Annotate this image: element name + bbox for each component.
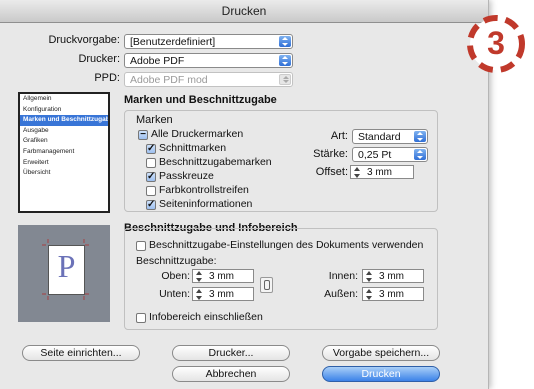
all-marks-checkbox[interactable]: − <box>138 130 148 140</box>
step-badge: 3 <box>466 14 526 74</box>
stepper-icon[interactable] <box>365 271 374 282</box>
oben-value: 3 mm <box>209 271 234 282</box>
ppd-select: Adobe PDF mod <box>124 72 293 87</box>
print-dialog: Drucken Druckvorgabe: [Benutzerdefiniert… <box>0 0 489 389</box>
offset-field[interactable]: 3 mm <box>350 165 414 179</box>
schnittmarken-label: Schnittmarken <box>159 142 227 154</box>
cancel-button[interactable]: Abbrechen <box>172 366 290 382</box>
offset-label: Offset: <box>315 166 348 178</box>
offset-value: 3 mm <box>367 167 392 178</box>
print-button[interactable]: Drucken <box>322 366 440 382</box>
use-doc-bleed-label: Beschnittzugabe-Einstellungen des Dokume… <box>149 239 424 251</box>
innen-value: 3 mm <box>379 271 404 282</box>
passkreuze-checkbox[interactable]: ✓ <box>146 172 156 182</box>
staerke-select[interactable]: 0,25 Pt <box>352 147 428 162</box>
page-preview: P <box>18 225 110 322</box>
seiteninformationen-label: Seiteninformationen <box>159 198 253 210</box>
crop-marks-icon <box>42 239 89 300</box>
passkreuze-label: Passkreuze <box>159 170 214 182</box>
schnittmarken-checkbox[interactable]: ✓ <box>146 144 156 154</box>
staerke-value: 0,25 Pt <box>358 149 392 161</box>
unten-field[interactable]: 3 mm <box>192 287 254 301</box>
unten-label: Unten: <box>159 288 190 300</box>
druckvorgabe-value: [Benutzerdefiniert] <box>130 36 216 48</box>
chevron-updown-icon <box>414 131 426 142</box>
sidebar-item-allgemein[interactable]: Allgemein <box>20 94 108 105</box>
chevron-updown-icon <box>279 74 291 85</box>
farbkontrollstreifen-checkbox[interactable] <box>146 186 156 196</box>
stepper-icon[interactable] <box>365 289 374 300</box>
sidebar-item-ausgabe[interactable]: Ausgabe <box>20 126 108 137</box>
window-title: Drucken <box>0 0 488 23</box>
drucker-select[interactable]: Adobe PDF <box>124 53 293 68</box>
staerke-label: Stärke: <box>313 148 348 160</box>
art-value: Standard <box>358 131 401 143</box>
link-values-icon[interactable] <box>260 277 273 293</box>
aussen-value: 3 mm <box>379 289 404 300</box>
oben-label: Oben: <box>161 270 190 282</box>
marken-title: Marken <box>136 114 173 126</box>
stepper-icon[interactable] <box>353 167 362 178</box>
aussen-label: Außen: <box>324 288 358 300</box>
ppd-label: PPD: <box>94 72 120 84</box>
drucker-value: Adobe PDF <box>130 55 185 67</box>
page-setup-button[interactable]: Seite einrichten... <box>22 345 140 361</box>
step-number: 3 <box>487 25 505 61</box>
section-title: Marken und Beschnittzugabe <box>124 94 277 106</box>
unten-value: 3 mm <box>209 289 234 300</box>
sidebar-item-konfiguration[interactable]: Konfiguration <box>20 105 108 116</box>
drucker-label: Drucker: <box>78 53 120 65</box>
infobereich-label: Infobereich einschließen <box>149 311 263 323</box>
sidebar-item-erweitert[interactable]: Erweitert <box>20 158 108 169</box>
beschnittzugabemarken-checkbox[interactable] <box>146 158 156 168</box>
save-preset-button[interactable]: Vorgabe speichern... <box>322 345 440 361</box>
sidebar-item-grafiken[interactable]: Grafiken <box>20 136 108 147</box>
beschnittzugabemarken-label: Beschnittzugabemarken <box>159 156 272 168</box>
farbkontrollstreifen-label: Farbkontrollstreifen <box>159 184 249 196</box>
innen-field[interactable]: 3 mm <box>362 269 424 283</box>
sidebar-item-marken[interactable]: Marken und Beschnittzugabe <box>20 115 108 126</box>
druckvorgabe-label: Druckvorgabe: <box>48 34 120 46</box>
chevron-updown-icon <box>279 36 291 47</box>
stepper-icon[interactable] <box>195 271 204 282</box>
sidebar-item-uebersicht[interactable]: Übersicht <box>20 168 108 179</box>
sidebar-item-farbmanagement[interactable]: Farbmanagement <box>20 147 108 158</box>
ppd-value: Adobe PDF mod <box>130 74 208 86</box>
all-marks-label: Alle Druckermarken <box>151 128 244 140</box>
druckvorgabe-select[interactable]: [Benutzerdefiniert] <box>124 34 293 49</box>
infobereich-checkbox[interactable] <box>136 313 146 323</box>
art-select[interactable]: Standard <box>352 129 428 144</box>
use-doc-bleed-checkbox[interactable] <box>136 241 146 251</box>
category-list[interactable]: Allgemein Konfiguration Marken und Besch… <box>18 92 110 213</box>
art-label: Art: <box>330 130 348 142</box>
stepper-icon[interactable] <box>195 289 204 300</box>
printer-button[interactable]: Drucker... <box>172 345 290 361</box>
oben-field[interactable]: 3 mm <box>192 269 254 283</box>
innen-label: Innen: <box>328 270 358 282</box>
bleed-sub-label: Beschnittzugabe: <box>136 255 217 267</box>
chevron-updown-icon <box>414 149 426 160</box>
seiteninformationen-checkbox[interactable]: ✓ <box>146 200 156 210</box>
chevron-updown-icon <box>279 55 291 66</box>
aussen-field[interactable]: 3 mm <box>362 287 424 301</box>
